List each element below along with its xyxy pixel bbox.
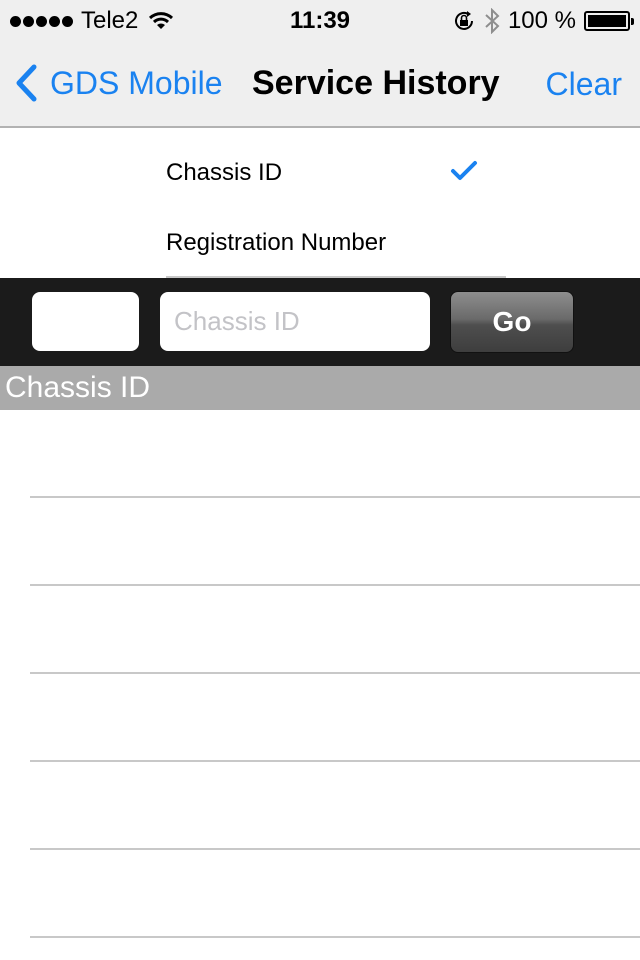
picker-option-registration-number[interactable]: Registration Number — [166, 208, 506, 278]
bluetooth-icon — [485, 8, 500, 34]
list-item[interactable] — [30, 410, 640, 498]
list-item[interactable] — [30, 850, 640, 938]
status-bar: Tele2 11:39 100 % — [0, 0, 640, 40]
rotation-lock-icon — [454, 11, 473, 30]
battery-icon — [584, 11, 634, 31]
list-item[interactable] — [30, 586, 640, 674]
page-title: Service History — [252, 64, 500, 102]
back-button-label: GDS Mobile — [50, 64, 223, 101]
search-toolbar: Go — [0, 278, 640, 366]
search-type-picker: Chassis ID Registration Number — [0, 130, 640, 278]
chassis-id-input[interactable] — [160, 292, 430, 351]
picker-option-chassis-id[interactable]: Chassis ID — [166, 138, 506, 208]
list-item[interactable] — [30, 498, 640, 586]
checkmark-icon — [451, 161, 477, 180]
status-right: 100 % — [452, 7, 634, 35]
back-button[interactable]: GDS Mobile — [14, 64, 223, 102]
list-item[interactable] — [30, 762, 640, 850]
picker-option-label: Chassis ID — [166, 159, 283, 186]
list-item[interactable] — [30, 674, 640, 762]
navigation-bar: GDS Mobile Service History Clear — [0, 40, 640, 128]
chevron-left-icon — [16, 64, 37, 102]
results-list[interactable] — [0, 410, 640, 938]
results-section-header: Chassis ID — [0, 366, 640, 410]
picker-option-label: Registration Number — [166, 229, 387, 256]
prefix-input[interactable] — [32, 292, 139, 351]
clear-button[interactable]: Clear — [546, 66, 622, 103]
battery-percent: 100 % — [507, 7, 576, 34]
go-button[interactable]: Go — [450, 291, 574, 353]
